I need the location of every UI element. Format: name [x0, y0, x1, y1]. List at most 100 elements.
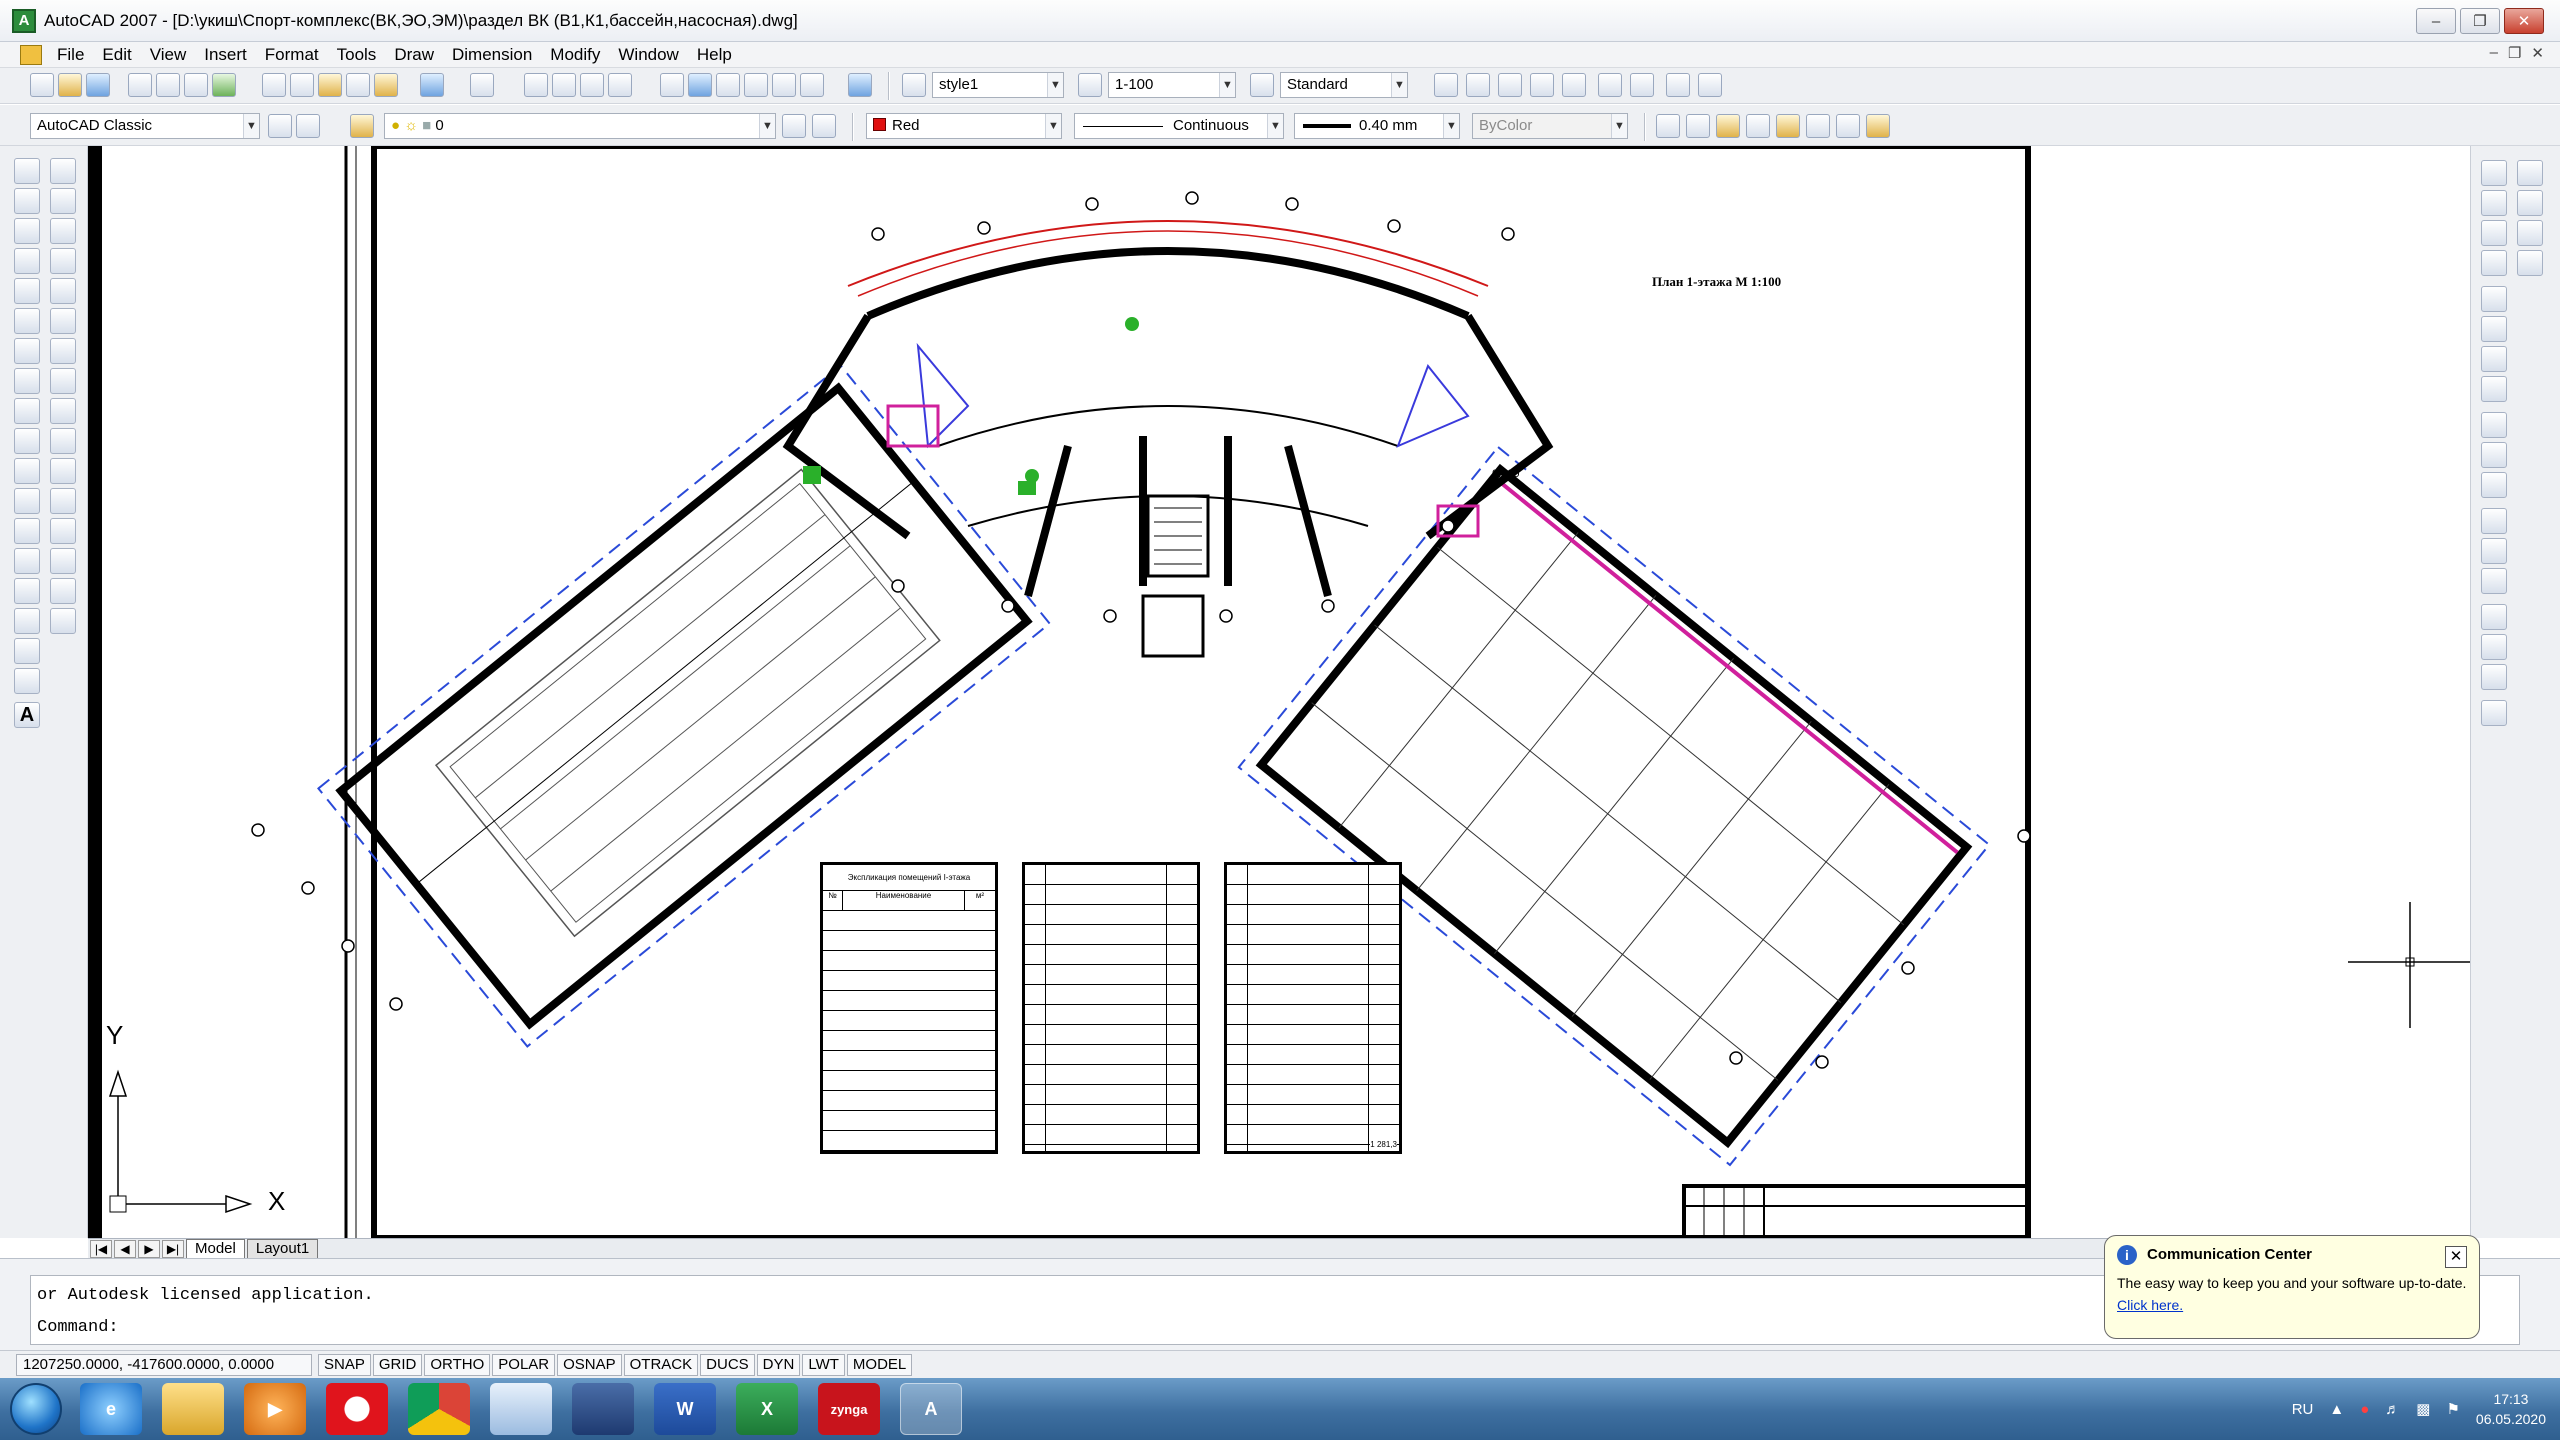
dim-style-icon[interactable]	[1078, 73, 1102, 97]
zoom-window-icon-2[interactable]	[1434, 73, 1458, 97]
chamfer-icon[interactable]	[50, 548, 76, 574]
polygon-icon[interactable]	[14, 248, 40, 274]
redo-icon[interactable]	[470, 73, 494, 97]
menu-draw[interactable]: Draw	[385, 45, 443, 65]
design-center-icon[interactable]	[688, 73, 712, 97]
calculator-icon[interactable]	[800, 73, 824, 97]
document-icon[interactable]	[20, 44, 42, 65]
doc-minimize-button[interactable]: –	[2490, 44, 2498, 62]
gradient-icon[interactable]	[14, 608, 40, 634]
radius-dimension-icon[interactable]	[2481, 286, 2507, 312]
sheet-set-icon[interactable]	[744, 73, 768, 97]
jogged-dimension-icon[interactable]	[2481, 316, 2507, 342]
ortho-toggle[interactable]: ORTHO	[424, 1353, 491, 1376]
diameter-dimension-icon[interactable]	[2481, 346, 2507, 372]
circle-icon[interactable]	[14, 338, 40, 364]
open-icon[interactable]	[58, 73, 82, 97]
drawing-area[interactable]: План 1-этажа М 1:100 0.000 Y X Экспликац…	[88, 146, 2470, 1238]
rotate-icon[interactable]	[50, 338, 76, 364]
line-icon[interactable]	[14, 158, 40, 184]
dimension-style-icon[interactable]	[2481, 700, 2507, 726]
dim-style-select[interactable]: 1-100 ▼	[1108, 72, 1236, 98]
zynga-icon[interactable]: zynga	[818, 1383, 880, 1435]
construction-line-icon[interactable]	[14, 188, 40, 214]
find-replace-icon[interactable]	[1746, 114, 1770, 138]
point-icon[interactable]	[14, 548, 40, 574]
fillet-icon[interactable]	[50, 578, 76, 604]
network-icon[interactable]: ▩	[2416, 1400, 2430, 1418]
break-icon[interactable]	[50, 488, 76, 514]
zoom-extents-icon[interactable]	[1698, 73, 1722, 97]
snap-toggle[interactable]: SNAP	[318, 1353, 371, 1376]
clock[interactable]: 17:13 06.05.2020	[2476, 1389, 2546, 1429]
revision-cloud-icon[interactable]	[14, 368, 40, 394]
menu-tools[interactable]: Tools	[328, 45, 386, 65]
dimension-edit-icon[interactable]	[2481, 604, 2507, 630]
help-icon[interactable]	[848, 73, 872, 97]
multiline-text-icon[interactable]: A	[14, 702, 40, 728]
hatch-icon[interactable]	[14, 578, 40, 604]
balloon-close-button[interactable]: ✕	[2445, 1246, 2467, 1268]
text-style-dialog-icon[interactable]	[1806, 114, 1830, 138]
zoom-out-icon[interactable]	[1630, 73, 1654, 97]
file-explorer-icon[interactable]	[162, 1383, 224, 1435]
ellipse-icon[interactable]	[14, 428, 40, 454]
color-select[interactable]: Red ▼	[866, 113, 1062, 139]
ordinate-dimension-icon[interactable]	[2481, 250, 2507, 276]
save-icon[interactable]	[86, 73, 110, 97]
chrome-icon[interactable]	[408, 1383, 470, 1435]
center-mark-icon[interactable]	[2481, 568, 2507, 594]
tab-layout1[interactable]: Layout1	[246, 1239, 319, 1258]
word-icon[interactable]: W	[654, 1383, 716, 1435]
maximize-button[interactable]: ❐	[2460, 8, 2500, 34]
make-block-icon[interactable]	[14, 518, 40, 544]
justify-text-icon[interactable]	[1866, 114, 1890, 138]
grid-toggle[interactable]: GRID	[372, 1353, 423, 1376]
close-button[interactable]: ✕	[2504, 8, 2544, 34]
workspace-settings-icon[interactable]	[268, 114, 292, 138]
draw-order-above-icon[interactable]	[2517, 220, 2543, 246]
media-player-icon[interactable]: ▶	[244, 1383, 306, 1435]
mirror-icon[interactable]	[50, 218, 76, 244]
control-panel-icon[interactable]	[490, 1383, 552, 1435]
copy-icon[interactable]	[290, 73, 314, 97]
plotstyle-select[interactable]: ByColor ▼	[1472, 113, 1628, 139]
menu-edit[interactable]: Edit	[93, 45, 140, 65]
publish-icon[interactable]	[184, 73, 208, 97]
zoom-in-icon[interactable]	[1598, 73, 1622, 97]
markup-icon[interactable]	[772, 73, 796, 97]
extend-icon[interactable]	[50, 458, 76, 484]
lineweight-select[interactable]: 0.40 mm ▼	[1294, 113, 1460, 139]
offset-icon[interactable]	[50, 248, 76, 274]
doc-restore-button[interactable]: ❐	[2508, 44, 2521, 62]
zoom-object-icon[interactable]	[1562, 73, 1586, 97]
tab-next-button[interactable]: ▶	[138, 1240, 160, 1258]
menu-insert[interactable]: Insert	[195, 45, 256, 65]
layer-select[interactable]: ● ☼ ■ 0 ▼	[384, 113, 776, 139]
text-style-select[interactable]: style1 ▼	[932, 72, 1064, 98]
quick-leader-icon[interactable]	[2481, 508, 2507, 534]
zoom-previous-icon[interactable]	[608, 73, 632, 97]
linear-dimension-icon[interactable]	[2481, 160, 2507, 186]
tab-last-button[interactable]: ▶|	[162, 1240, 184, 1258]
volume-icon[interactable]: ♬	[2385, 1401, 2400, 1418]
zoom-window-icon[interactable]	[580, 73, 604, 97]
plot-preview-icon[interactable]	[156, 73, 180, 97]
model-toggle[interactable]: MODEL	[846, 1353, 913, 1376]
excel-icon[interactable]: X	[736, 1383, 798, 1435]
zoom-scale-icon[interactable]	[1498, 73, 1522, 97]
tab-prev-button[interactable]: ◀	[114, 1240, 136, 1258]
menu-window[interactable]: Window	[609, 45, 687, 65]
copy-object-icon[interactable]	[50, 188, 76, 214]
lwt-toggle[interactable]: LWT	[802, 1353, 845, 1376]
layer-manager-icon[interactable]	[350, 114, 374, 138]
opera-icon[interactable]	[326, 1383, 388, 1435]
save-app-icon[interactable]	[572, 1383, 634, 1435]
arc-icon[interactable]	[14, 308, 40, 334]
osnap-toggle[interactable]: OSNAP	[557, 1353, 622, 1376]
otrack-toggle[interactable]: OTRACK	[623, 1353, 699, 1376]
trim-icon[interactable]	[50, 428, 76, 454]
spline-icon[interactable]	[14, 398, 40, 424]
language-indicator[interactable]: RU	[2292, 1401, 2314, 1418]
text-style-icon[interactable]	[902, 73, 926, 97]
